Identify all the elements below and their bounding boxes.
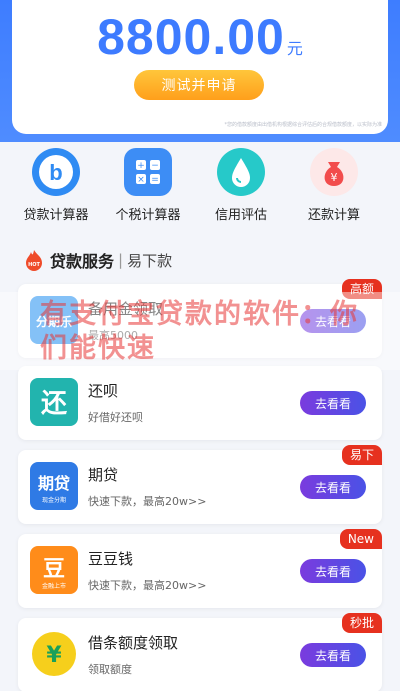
loan-card-qidai[interactable]: 期贷 现金分期 期贷 快速下款，最高20w>> 去看看 易下 xyxy=(18,445,382,524)
view-button[interactable]: 去看看 xyxy=(300,309,366,333)
card-description: 快速下款，最高20w>> xyxy=(88,579,207,592)
disclaimer-text: *您的借款额度由出借机构根据综合评估后的合规借款额度，以实际为准 xyxy=(224,122,382,128)
svg-text:期贷: 期贷 xyxy=(38,474,70,493)
doudouqian-logo: 豆 金融上市 xyxy=(30,546,78,594)
tool-label: 个税计算器 xyxy=(115,208,181,223)
card-title: 备用金领取 xyxy=(88,300,164,318)
tool-label: 还款计算 xyxy=(307,208,360,223)
svg-text:−: − xyxy=(151,161,159,171)
tool-tax-calculator[interactable]: + − × = 个税计算器 xyxy=(98,148,198,223)
tool-credit-assessment[interactable]: 信用评估 xyxy=(191,148,291,223)
tool-label: 贷款计算器 xyxy=(23,208,89,223)
svg-text:还: 还 xyxy=(41,389,68,419)
svg-text:b: b xyxy=(49,160,62,185)
drop-icon xyxy=(217,148,265,196)
svg-text:×: × xyxy=(137,175,145,185)
test-apply-button[interactable]: 测试并申请 xyxy=(134,70,264,100)
view-button[interactable]: 去看看 xyxy=(300,391,366,415)
view-button[interactable]: 去看看 xyxy=(300,559,366,583)
loan-amount-card: 8800.00 元 测试并申请 *您的借款额度由出借机构根据综合评估后的合规借款额… xyxy=(12,0,388,134)
loan-card-huanbei[interactable]: 还 还呗 好借好还呗 去看看 xyxy=(18,366,382,440)
section-title: 贷款服务 xyxy=(50,252,115,271)
fenqile-logo: 分期乐 xyxy=(30,296,78,344)
svg-text:¥: ¥ xyxy=(46,643,62,668)
card-description: 好借好还呗 xyxy=(88,411,143,424)
card-tag: New xyxy=(339,529,382,549)
tool-loan-calculator[interactable]: b 贷款计算器 xyxy=(6,148,106,223)
card-title: 期贷 xyxy=(88,466,119,484)
amount-row: 8800.00 元 xyxy=(12,8,388,66)
huanbei-logo: 还 xyxy=(30,378,78,426)
card-tag: 高额 xyxy=(341,279,382,299)
svg-text:=: = xyxy=(151,175,159,185)
tools-row: b 贷款计算器 + − × = 个税计算器 信用评估 ¥ 还款计算 xyxy=(0,148,400,228)
svg-text:分期乐: 分期乐 xyxy=(36,314,72,329)
svg-text:现金分期: 现金分期 xyxy=(42,496,66,504)
loan-card-doudouqian[interactable]: 豆 金融上市 豆豆钱 快速下款，最高20w>> 去看看 New xyxy=(18,529,382,608)
card-tag: 易下 xyxy=(341,445,382,465)
b-icon: b xyxy=(32,148,80,196)
amount-unit: 元 xyxy=(286,39,303,58)
card-title: 豆豆钱 xyxy=(88,550,134,568)
card-description: 最高5000 xyxy=(88,329,138,342)
svg-text:HOT: HOT xyxy=(28,262,40,268)
hot-flame-icon: HOT xyxy=(26,250,42,271)
card-title: 还呗 xyxy=(88,382,119,400)
loan-card-backup-fund[interactable]: 分期乐 备用金领取 最高5000 去看看 高额 xyxy=(18,279,382,358)
loan-card-jietiao[interactable]: ¥ 借条额度领取 领取额度 去看看 秒批 xyxy=(18,613,382,691)
calculator-icon: + − × = xyxy=(124,148,172,196)
svg-text:豆: 豆 xyxy=(43,557,65,582)
money-bag-icon: ¥ xyxy=(310,148,358,196)
section-separator: | xyxy=(118,251,124,269)
section-header: HOT 贷款服务 | 易下款 xyxy=(24,248,172,272)
svg-text:+: + xyxy=(137,161,145,171)
card-title: 借条额度领取 xyxy=(88,634,179,652)
card-description: 快速下款，最高20w>> xyxy=(88,495,207,508)
view-button[interactable]: 去看看 xyxy=(300,475,366,499)
card-tag: 秒批 xyxy=(341,613,382,633)
tool-repayment-calculator[interactable]: ¥ 还款计算 xyxy=(284,148,384,223)
tool-label: 信用评估 xyxy=(214,208,267,223)
qidai-logo: 期贷 现金分期 xyxy=(30,462,78,510)
yuan-coin-logo: ¥ xyxy=(30,630,78,678)
section-subtitle: 易下款 xyxy=(127,251,173,270)
svg-text:金融上市: 金融上市 xyxy=(42,582,66,590)
loan-amount: 8800.00 xyxy=(97,9,285,65)
view-button[interactable]: 去看看 xyxy=(300,643,366,667)
svg-text:¥: ¥ xyxy=(331,171,338,184)
card-description: 领取额度 xyxy=(88,663,132,676)
